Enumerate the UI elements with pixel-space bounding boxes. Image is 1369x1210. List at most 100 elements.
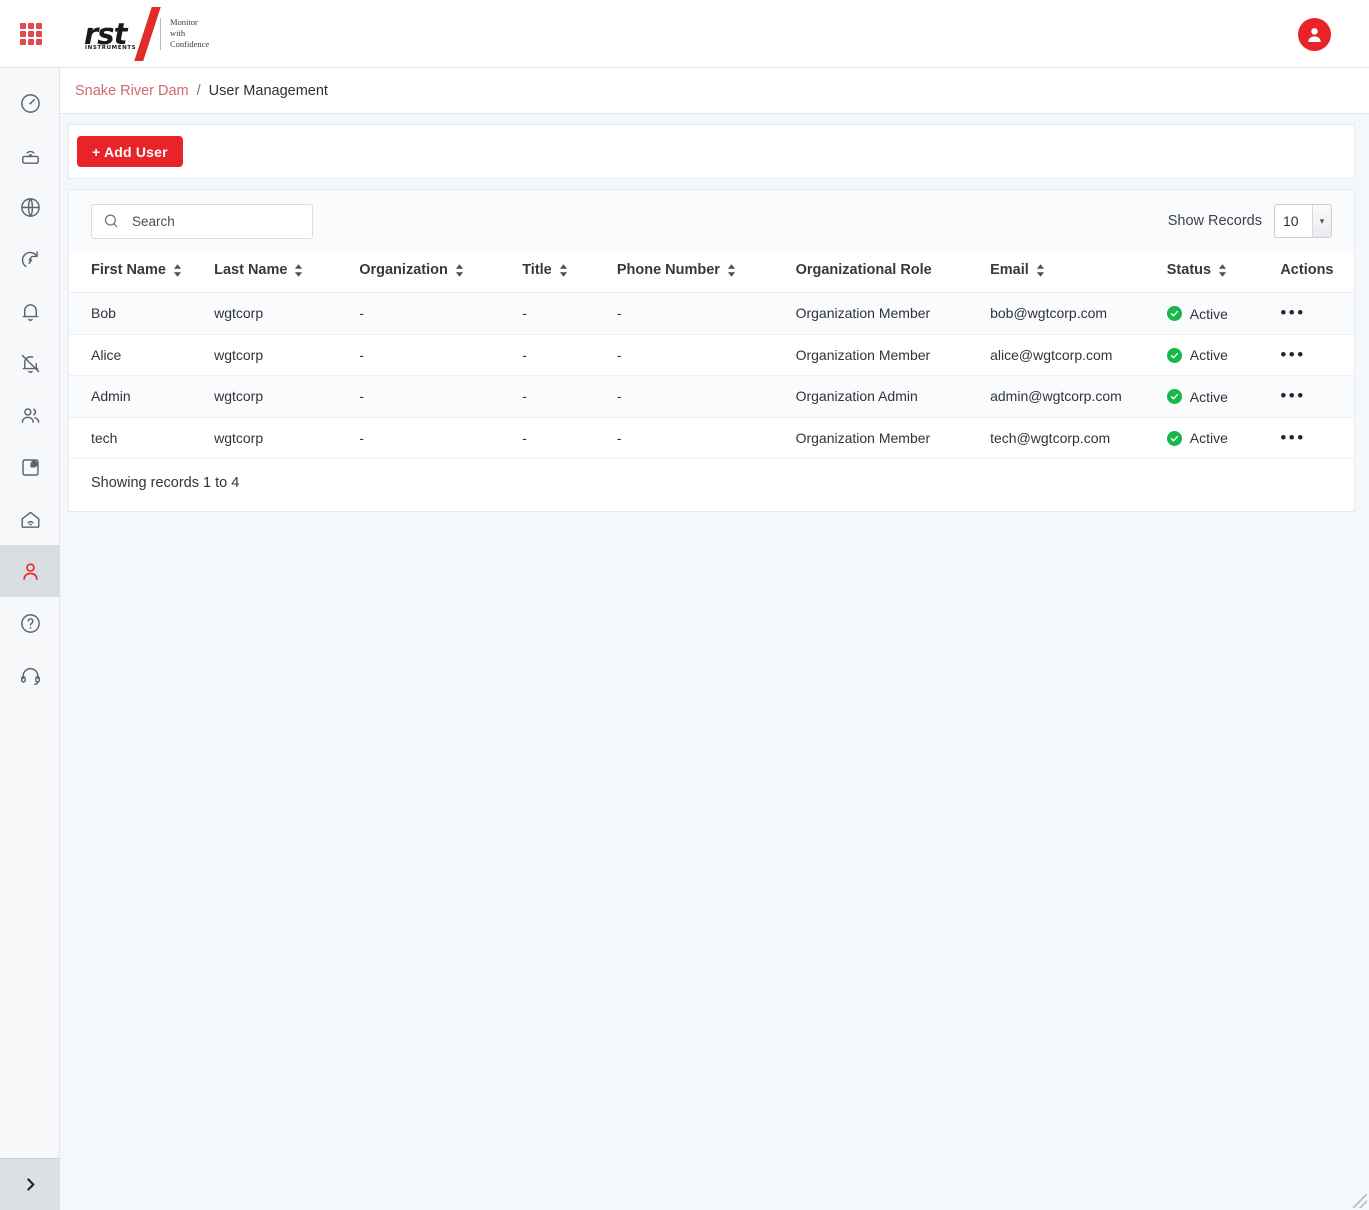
column-header-actions: Actions [1280, 252, 1354, 293]
column-header-organizational-role: Organizational Role [795, 252, 991, 293]
cell-phone: - [616, 334, 796, 376]
sort-icon [1218, 263, 1227, 277]
cell-actions[interactable]: ••• [1280, 417, 1354, 459]
cell-actions[interactable]: ••• [1280, 334, 1354, 376]
table-row[interactable]: Admin wgtcorp - - - Organization Admin a… [69, 375, 1354, 418]
cell-role: Organization Admin [795, 375, 991, 418]
row-actions-menu-icon[interactable]: ••• [1280, 428, 1305, 447]
home-signal-icon [21, 511, 39, 528]
sidebar-item-help[interactable] [0, 597, 60, 649]
wifi-device-icon [21, 150, 39, 164]
users-table: First Name Last Name Organization Title … [69, 252, 1354, 459]
cell-email: tech@wgtcorp.com [990, 417, 1167, 459]
users-group-icon [21, 407, 39, 423]
column-label: Status [1166, 262, 1212, 278]
sidebar-item-teams[interactable] [0, 389, 60, 441]
breadcrumb: Snake River Dam / User Management [60, 68, 1369, 114]
cell-first-name: Admin [69, 375, 215, 418]
sidebar-item-user-management[interactable] [0, 545, 60, 597]
cell-email: admin@wgtcorp.com [990, 375, 1167, 418]
cell-actions[interactable]: ••• [1280, 375, 1354, 418]
sidebar-item-reports[interactable] [0, 441, 60, 493]
left-sidebar [0, 68, 60, 1210]
table-toolbar-right: Show Records 10 ▾ [1168, 204, 1332, 238]
sort-icon [559, 263, 568, 277]
column-header-last-name[interactable]: Last Name [214, 252, 360, 293]
logo-subtext: INSTRUMENTS [85, 44, 137, 51]
column-label: Email [990, 262, 1029, 278]
cell-status: Active [1166, 417, 1281, 459]
cell-organization: - [359, 417, 523, 459]
row-actions-menu-icon[interactable]: ••• [1280, 345, 1305, 364]
tagline-line-2: with [170, 28, 186, 38]
cell-first-name: Bob [69, 292, 215, 335]
show-records-select[interactable]: 10 [1274, 204, 1332, 238]
cell-organization: - [359, 292, 523, 335]
column-header-first-name[interactable]: First Name [69, 252, 215, 293]
row-actions-menu-icon[interactable]: ••• [1280, 303, 1305, 322]
sidebar-item-sites[interactable] [0, 493, 60, 545]
sort-icon [1036, 263, 1045, 277]
column-header-title[interactable]: Title [522, 252, 617, 293]
column-header-organization[interactable]: Organization [359, 252, 523, 293]
cell-title: - [522, 292, 617, 335]
help-circle-icon [20, 613, 40, 633]
apps-grid-button[interactable] [0, 0, 62, 68]
chevron-right-icon [26, 1178, 34, 1191]
sidebar-item-network[interactable] [0, 181, 60, 233]
breadcrumb-root-link[interactable]: Snake River Dam [75, 83, 189, 99]
sort-icon [455, 263, 464, 277]
window-resize-grip[interactable] [1353, 1194, 1367, 1208]
column-header-phone-number[interactable]: Phone Number [616, 252, 796, 293]
column-label: Title [522, 262, 552, 278]
column-header-status[interactable]: Status [1166, 252, 1281, 293]
sidebar-item-devices[interactable] [0, 129, 60, 181]
status-label: Active [1189, 347, 1228, 363]
cell-actions[interactable]: ••• [1280, 292, 1354, 335]
table-row[interactable]: Alice wgtcorp - - - Organization Member … [69, 334, 1354, 376]
report-file-icon [21, 458, 39, 476]
column-header-email[interactable]: Email [990, 252, 1167, 293]
user-avatar-button[interactable] [1298, 18, 1331, 51]
sort-icon [294, 263, 303, 277]
bell-icon [22, 303, 38, 321]
column-label: Phone Number [616, 262, 720, 278]
table-row[interactable]: Bob wgtcorp - - - Organization Member bo… [69, 292, 1354, 335]
sidebar-expand-button[interactable] [0, 1158, 60, 1210]
sidebar-item-alerts[interactable] [0, 285, 60, 337]
row-actions-menu-icon[interactable]: ••• [1280, 386, 1305, 405]
add-user-button[interactable]: + Add User [77, 136, 183, 167]
cell-first-name: Alice [69, 334, 215, 376]
users-table-card: Show Records 10 ▾ F [68, 189, 1355, 512]
cell-phone: - [616, 375, 796, 418]
user-account-icon [22, 562, 38, 580]
sidebar-item-automation[interactable] [0, 233, 60, 285]
tagline-line-1: Monitor [170, 17, 198, 27]
logo-divider [160, 17, 161, 50]
sidebar-top-spacer [0, 68, 59, 77]
cell-status: Active [1166, 334, 1281, 376]
cell-role: Organization Member [795, 417, 991, 459]
records-summary: Showing records 1 to 4 [91, 475, 240, 491]
logo-tagline: Monitor with Confidence [170, 17, 209, 50]
bell-off-icon [21, 354, 39, 373]
table-row[interactable]: tech wgtcorp - - - Organization Member t… [69, 417, 1354, 459]
search-input[interactable] [91, 203, 313, 239]
column-label: First Name [91, 262, 166, 278]
column-label: Last Name [214, 262, 288, 278]
cell-phone: - [616, 292, 796, 335]
show-records-label: Show Records [1167, 213, 1262, 229]
cell-status: Active [1166, 292, 1281, 335]
cell-last-name: wgtcorp [214, 292, 360, 335]
headset-support-icon [20, 667, 40, 685]
rst-logo-mark: rst INSTRUMENTS [82, 6, 161, 61]
brand-logo[interactable]: rst INSTRUMENTS Monitor with Confidence [82, 6, 209, 62]
cell-title: - [522, 334, 617, 376]
status-label: Active [1189, 388, 1228, 405]
sidebar-item-dashboard[interactable] [0, 77, 60, 129]
sidebar-item-support[interactable] [0, 649, 60, 701]
status-check-icon [1166, 389, 1182, 404]
sidebar-item-muted-alerts[interactable] [0, 337, 60, 389]
show-records-select-wrap: 10 ▾ [1274, 204, 1332, 238]
cell-last-name: wgtcorp [214, 334, 360, 376]
